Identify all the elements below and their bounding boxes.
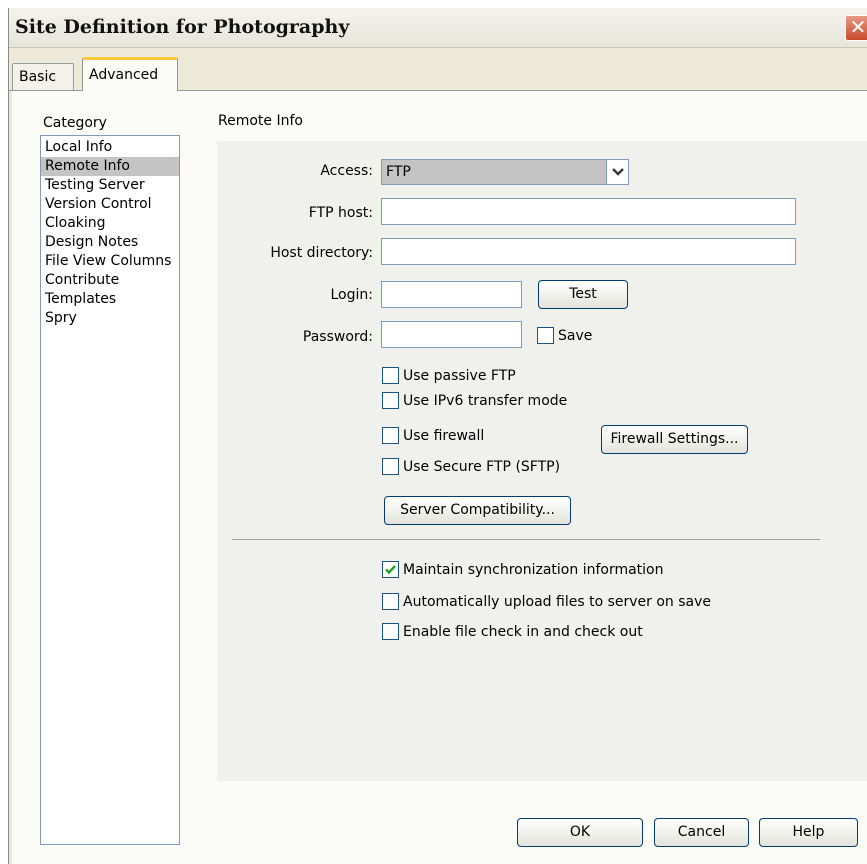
category-item-local-info[interactable]: Local Info	[41, 138, 179, 157]
save-checkbox-row[interactable]: Save	[537, 326, 593, 347]
access-label: Access:	[320, 163, 373, 179]
passive-ftp-row[interactable]: Use passive FTP	[382, 366, 516, 387]
ipv6-label: Use IPv6 transfer mode	[403, 393, 568, 409]
firewall-row[interactable]: Use firewall	[382, 426, 485, 447]
window-title: Site Definition for Photography	[15, 16, 350, 38]
help-button[interactable]: Help	[759, 818, 858, 847]
sftp-row[interactable]: Use Secure FTP (SFTP)	[382, 457, 561, 478]
passive-ftp-label: Use passive FTP	[403, 368, 516, 384]
password-input[interactable]	[381, 321, 522, 348]
login-input[interactable]	[381, 281, 522, 308]
login-label: Login:	[330, 287, 374, 303]
save-label: Save	[558, 328, 593, 344]
maintain-sync-label: Maintain synchronization information	[403, 562, 664, 578]
sftp-label: Use Secure FTP (SFTP)	[403, 459, 561, 475]
passive-ftp-checkbox[interactable]	[382, 366, 399, 384]
category-item-testing-server[interactable]: Testing Server	[41, 176, 179, 195]
firewall-label: Use firewall	[403, 428, 485, 444]
maintain-sync-checkbox[interactable]	[382, 560, 399, 578]
firewall-settings-button[interactable]: Firewall Settings...	[601, 425, 748, 454]
close-icon[interactable]: ✕	[845, 15, 867, 41]
ipv6-row[interactable]: Use IPv6 transfer mode	[382, 391, 568, 412]
server-compatibility-button[interactable]: Server Compatibility...	[384, 496, 571, 525]
ftp-host-label: FTP host:	[308, 205, 373, 221]
category-item-templates[interactable]: Templates	[41, 290, 179, 309]
host-directory-input[interactable]	[381, 238, 796, 265]
category-item-contribute[interactable]: Contribute	[41, 271, 179, 290]
category-item-file-view-columns[interactable]: File View Columns	[41, 252, 179, 271]
ok-button[interactable]: OK	[517, 818, 643, 847]
cancel-button[interactable]: Cancel	[654, 818, 749, 847]
ipv6-checkbox[interactable]	[382, 391, 399, 409]
save-checkbox[interactable]	[537, 326, 554, 344]
category-item-version-control[interactable]: Version Control	[41, 195, 179, 214]
ftp-host-input[interactable]	[381, 198, 796, 225]
category-item-remote-info[interactable]: Remote Info	[41, 157, 179, 176]
tab-basic[interactable]: Basic	[12, 63, 74, 91]
maintain-sync-row[interactable]: Maintain synchronization information	[382, 560, 664, 581]
host-directory-label: Host directory:	[270, 245, 373, 261]
category-item-design-notes[interactable]: Design Notes	[41, 233, 179, 252]
enable-checkin-label: Enable file check in and check out	[403, 624, 643, 640]
checkmark-icon	[385, 564, 396, 574]
section-title: Remote Info	[218, 113, 303, 129]
chevron-down-icon[interactable]	[606, 160, 628, 184]
password-label: Password:	[302, 329, 373, 345]
section-divider	[232, 539, 820, 540]
access-select[interactable]: FTP	[381, 159, 629, 185]
auto-upload-row[interactable]: Automatically upload files to server on …	[382, 592, 712, 613]
auto-upload-checkbox[interactable]	[382, 592, 399, 610]
auto-upload-label: Automatically upload files to server on …	[403, 594, 712, 610]
enable-checkin-row[interactable]: Enable file check in and check out	[382, 622, 643, 643]
enable-checkin-checkbox[interactable]	[382, 622, 399, 640]
firewall-checkbox[interactable]	[382, 426, 399, 444]
sftp-checkbox[interactable]	[382, 457, 399, 475]
category-item-spry[interactable]: Spry	[41, 309, 179, 328]
category-list[interactable]: Local Info Remote Info Testing Server Ve…	[40, 135, 180, 845]
title-bar[interactable]: Site Definition for Photography ✕	[9, 8, 867, 48]
category-label: Category	[43, 115, 107, 131]
test-button[interactable]: Test	[538, 280, 628, 309]
tab-bar: Basic Advanced	[9, 48, 867, 91]
category-item-cloaking[interactable]: Cloaking	[41, 214, 179, 233]
tab-advanced[interactable]: Advanced	[82, 57, 178, 91]
access-select-value: FTP	[386, 164, 411, 180]
